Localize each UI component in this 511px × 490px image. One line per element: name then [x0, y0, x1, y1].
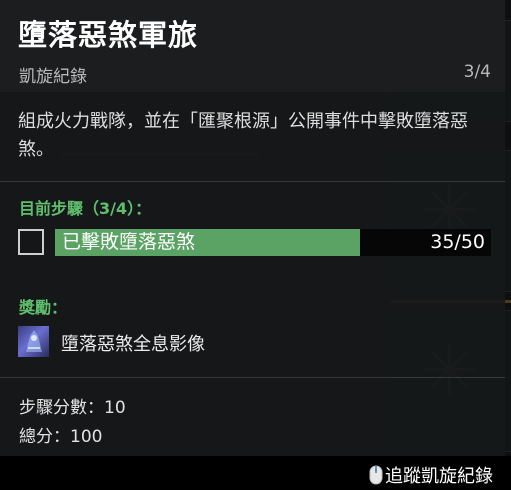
hologram-emblem-icon [18, 326, 49, 357]
total-score: 總分：100 [19, 427, 103, 447]
reward-name: 墮落惡煞全息影像 [61, 334, 205, 355]
objective-label: 已擊敗墮落惡煞 [62, 231, 196, 253]
divider [0, 377, 505, 378]
step-progress-count: 3/4 [463, 62, 491, 82]
divider [0, 181, 505, 182]
current-step-heading: 目前步驟（3/4）： [19, 199, 152, 218]
triumph-tooltip: 墮落惡煞軍旅 凱旋紀錄 3/4 組成火力戰隊，並在「匯聚根源」公開事件中擊敗墮落… [0, 0, 505, 490]
tooltip-body: 組成火力戰隊，並在「匯聚根源」公開事件中擊敗墮落惡煞。 目前步驟（3/4）： 已… [0, 92, 505, 456]
tooltip-footer: 追蹤凱旋紀錄 [0, 456, 511, 490]
mouse-icon [369, 465, 383, 485]
objective-progress-bar: 已擊敗墮落惡煞 35/50 [55, 229, 491, 256]
triumph-title: 墮落惡煞軍旅 [18, 18, 199, 52]
objective-progress-value: 35/50 [430, 231, 485, 253]
rewards-heading: 獎勵： [19, 298, 68, 317]
track-triumph-label: 追蹤凱旋紀錄 [385, 466, 493, 487]
tooltip-header: 墮落惡煞軍旅 凱旋紀錄 3/4 [0, 0, 505, 92]
objective-checkbox [18, 229, 44, 255]
reward-item: 墮落惡煞全息影像 [18, 326, 488, 360]
objective-row: 已擊敗墮落惡煞 35/50 [18, 229, 491, 259]
track-triumph-button[interactable]: 追蹤凱旋紀錄 [369, 462, 493, 488]
triumph-description: 組成火力戰隊，並在「匯聚根源」公開事件中擊敗墮落惡煞。 [18, 111, 468, 160]
step-score: 步驟分數：10 [19, 398, 126, 418]
triumph-category: 凱旋紀錄 [19, 67, 87, 87]
